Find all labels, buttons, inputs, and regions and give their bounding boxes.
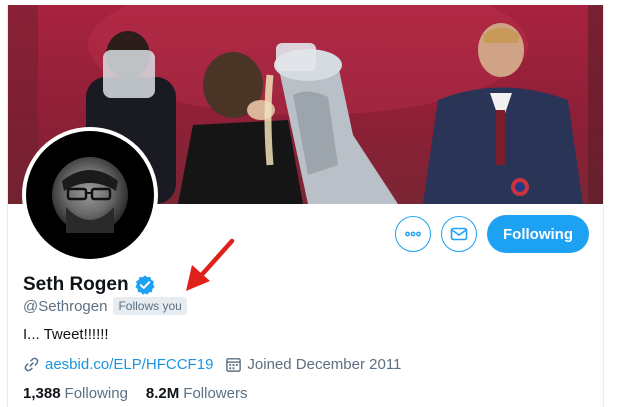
- profile-actions: Following: [395, 215, 589, 253]
- following-stat[interactable]: 1,388 Following: [23, 385, 128, 402]
- profile-name-row: Seth Rogen: [23, 274, 156, 296]
- profile-avatar[interactable]: [22, 127, 158, 263]
- avatar-photo: [52, 157, 128, 233]
- envelope-icon: [450, 227, 468, 241]
- message-button[interactable]: [441, 216, 478, 252]
- profile-bio: I... Tweet!!!!!!: [23, 326, 109, 343]
- profile-stats: 1,388 Following 8.2M Followers: [23, 385, 247, 402]
- following-button[interactable]: Following: [487, 215, 589, 253]
- more-icon: [405, 231, 421, 237]
- link-icon: [24, 357, 39, 372]
- followers-label: Followers: [183, 385, 248, 402]
- joined-date: Joined December 2011: [247, 356, 402, 373]
- profile-card: Following Seth Rogen @Sethrogen Follows …: [7, 5, 604, 407]
- following-button-label: Following: [503, 225, 573, 243]
- website-link[interactable]: aesbid.co/ELP/HFCCF19: [45, 356, 213, 373]
- calendar-icon: [226, 358, 242, 372]
- profile-meta: aesbid.co/ELP/HFCCF19 Joined December 20…: [23, 356, 401, 373]
- website-item: aesbid.co/ELP/HFCCF19: [23, 356, 213, 373]
- annotation-arrow-icon: [186, 238, 235, 291]
- followers-count: 8.2M: [145, 385, 180, 402]
- followers-stat[interactable]: 8.2M Followers: [146, 385, 248, 402]
- verified-badge-icon: [134, 275, 155, 295]
- more-button[interactable]: [395, 216, 432, 252]
- joined-item: Joined December 2011: [225, 356, 401, 373]
- following-label: Following: [64, 385, 128, 402]
- follows-you-badge: Follows you: [113, 297, 187, 315]
- profile-handle-row: @Sethrogen Follows you: [23, 297, 187, 315]
- profile-name: Seth Rogen: [23, 274, 129, 295]
- avatar-frame: [26, 131, 154, 259]
- following-count: 1,388: [23, 385, 61, 402]
- profile-handle: @Sethrogen: [23, 297, 108, 315]
